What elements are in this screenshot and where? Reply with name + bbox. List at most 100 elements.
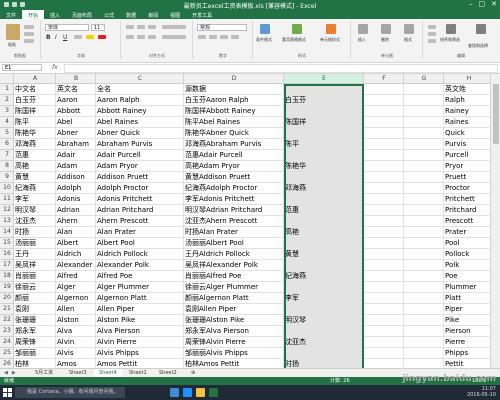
- table-cell[interactable]: [284, 282, 364, 293]
- table-cell[interactable]: 中文名: [14, 84, 56, 95]
- table-cell[interactable]: 邹丽丽: [14, 348, 56, 359]
- table-cell[interactable]: 李军: [14, 194, 56, 205]
- table-cell[interactable]: [404, 282, 444, 293]
- table-cell[interactable]: 陈平: [284, 139, 364, 150]
- table-cell[interactable]: [404, 249, 444, 260]
- table-cell[interactable]: Algernon: [56, 293, 96, 304]
- explorer-icon[interactable]: [196, 388, 205, 397]
- underline-icon[interactable]: U: [63, 34, 67, 41]
- row-header[interactable]: 3: [0, 106, 14, 117]
- table-cell[interactable]: Alan Prater: [96, 227, 184, 238]
- table-cell[interactable]: [404, 238, 444, 249]
- fill-color-icon[interactable]: [86, 35, 94, 39]
- table-cell[interactable]: Adonis Pritchett: [96, 194, 184, 205]
- table-cell[interactable]: [364, 161, 404, 172]
- table-cell[interactable]: Abner: [56, 128, 96, 139]
- table-cell[interactable]: Addison Pruett: [96, 172, 184, 183]
- table-cell[interactable]: 沈亚杰: [14, 216, 56, 227]
- table-cell[interactable]: [404, 260, 444, 271]
- sort-filter-icon[interactable]: [446, 24, 456, 34]
- delete-cells-button[interactable]: 删除: [381, 37, 389, 43]
- table-cell[interactable]: 全名: [96, 84, 184, 95]
- table-cell[interactable]: Alfred Poe: [96, 271, 184, 282]
- table-cell[interactable]: [364, 183, 404, 194]
- row-header[interactable]: 17: [0, 260, 14, 271]
- select-all-corner[interactable]: [0, 74, 14, 84]
- table-cell[interactable]: Aldrich: [56, 249, 96, 260]
- table-cell[interactable]: 沈亚杰Ahern Prescott: [184, 216, 284, 227]
- ribbon-tab[interactable]: 插入: [44, 10, 66, 19]
- table-cell[interactable]: Poe: [444, 271, 490, 282]
- font-color-icon[interactable]: [98, 35, 106, 39]
- table-cell[interactable]: Pierre: [444, 337, 490, 348]
- table-cell[interactable]: Alvis: [56, 348, 96, 359]
- table-cell[interactable]: 陈平Abel Raines: [184, 117, 284, 128]
- align-top-icon[interactable]: [126, 25, 134, 29]
- table-cell[interactable]: Adonis: [56, 194, 96, 205]
- bold-icon[interactable]: B: [46, 34, 51, 41]
- conditional-format-button[interactable]: 条件格式: [256, 37, 272, 43]
- table-cell[interactable]: 纪海燕Adolph Proctor: [184, 183, 284, 194]
- table-cell[interactable]: Alger: [56, 282, 96, 293]
- table-cell[interactable]: Adair Purcell: [96, 150, 184, 161]
- table-cell[interactable]: 柏林Amos Pettit: [184, 359, 284, 368]
- table-cell[interactable]: Pruett: [444, 172, 490, 183]
- table-cell[interactable]: [404, 128, 444, 139]
- ribbon-tab[interactable]: 公式: [98, 10, 120, 19]
- table-cell[interactable]: Pollock: [444, 249, 490, 260]
- align-right-icon[interactable]: [148, 35, 156, 39]
- table-cell[interactable]: 高艳: [284, 227, 364, 238]
- align-middle-icon[interactable]: [137, 25, 145, 29]
- table-cell[interactable]: [364, 249, 404, 260]
- conditional-format-icon[interactable]: [260, 24, 270, 34]
- table-cell[interactable]: 陈艳华: [14, 128, 56, 139]
- table-cell[interactable]: [284, 216, 364, 227]
- table-cell[interactable]: Alva: [56, 326, 96, 337]
- row-header[interactable]: 10: [0, 183, 14, 194]
- row-header[interactable]: 20: [0, 293, 14, 304]
- cut-icon[interactable]: [24, 25, 34, 29]
- taskbar-clock[interactable]: 11:07 2016-05-10: [467, 386, 496, 398]
- table-cell[interactable]: [404, 315, 444, 326]
- table-cell[interactable]: 英文名: [56, 84, 96, 95]
- table-cell[interactable]: [404, 359, 444, 368]
- table-cell[interactable]: [364, 282, 404, 293]
- table-cell[interactable]: [404, 172, 444, 183]
- align-center-icon[interactable]: [137, 35, 145, 39]
- cell-styles-icon[interactable]: [326, 24, 336, 34]
- table-cell[interactable]: [364, 304, 404, 315]
- table-cell[interactable]: [404, 271, 444, 282]
- column-header[interactable]: C: [96, 74, 184, 84]
- row-header[interactable]: 19: [0, 282, 14, 293]
- windows-start-icon[interactable]: [3, 388, 12, 397]
- table-cell[interactable]: 邓海燕: [284, 183, 364, 194]
- table-cell[interactable]: [364, 172, 404, 183]
- table-cell[interactable]: Alexander Polk: [96, 260, 184, 271]
- close-button[interactable]: ✕: [491, 0, 497, 8]
- formula-input[interactable]: [64, 64, 498, 73]
- table-cell[interactable]: Pritchard: [444, 205, 490, 216]
- table-cell[interactable]: [364, 359, 404, 368]
- table-cell[interactable]: 柏林: [14, 359, 56, 368]
- font-size-select[interactable]: 11: [91, 24, 105, 31]
- sheet-tab[interactable]: Sheet2: [154, 369, 182, 377]
- table-cell[interactable]: [364, 326, 404, 337]
- table-cell[interactable]: 明汉琴: [284, 315, 364, 326]
- row-header[interactable]: 8: [0, 161, 14, 172]
- font-name-select[interactable]: 宋体: [45, 24, 89, 31]
- copy-icon[interactable]: [24, 32, 34, 36]
- ribbon-tab[interactable]: 开始: [22, 10, 45, 19]
- table-cell[interactable]: 汤丽丽: [14, 238, 56, 249]
- align-bottom-icon[interactable]: [148, 25, 156, 29]
- table-cell[interactable]: 时扬Alan Prater: [184, 227, 284, 238]
- table-cell[interactable]: Pettit: [444, 359, 490, 368]
- table-cell[interactable]: [284, 128, 364, 139]
- table-cell[interactable]: [404, 194, 444, 205]
- prev-sheet-icon[interactable]: ◀: [4, 370, 8, 376]
- row-header[interactable]: 15: [0, 238, 14, 249]
- table-cell[interactable]: 张珊珊Alston Pike: [184, 315, 284, 326]
- merge-center-icon[interactable]: [162, 35, 186, 39]
- table-cell[interactable]: Adolph Proctor: [96, 183, 184, 194]
- table-cell[interactable]: 黄慧Addison Pruett: [184, 172, 284, 183]
- table-cell[interactable]: [284, 172, 364, 183]
